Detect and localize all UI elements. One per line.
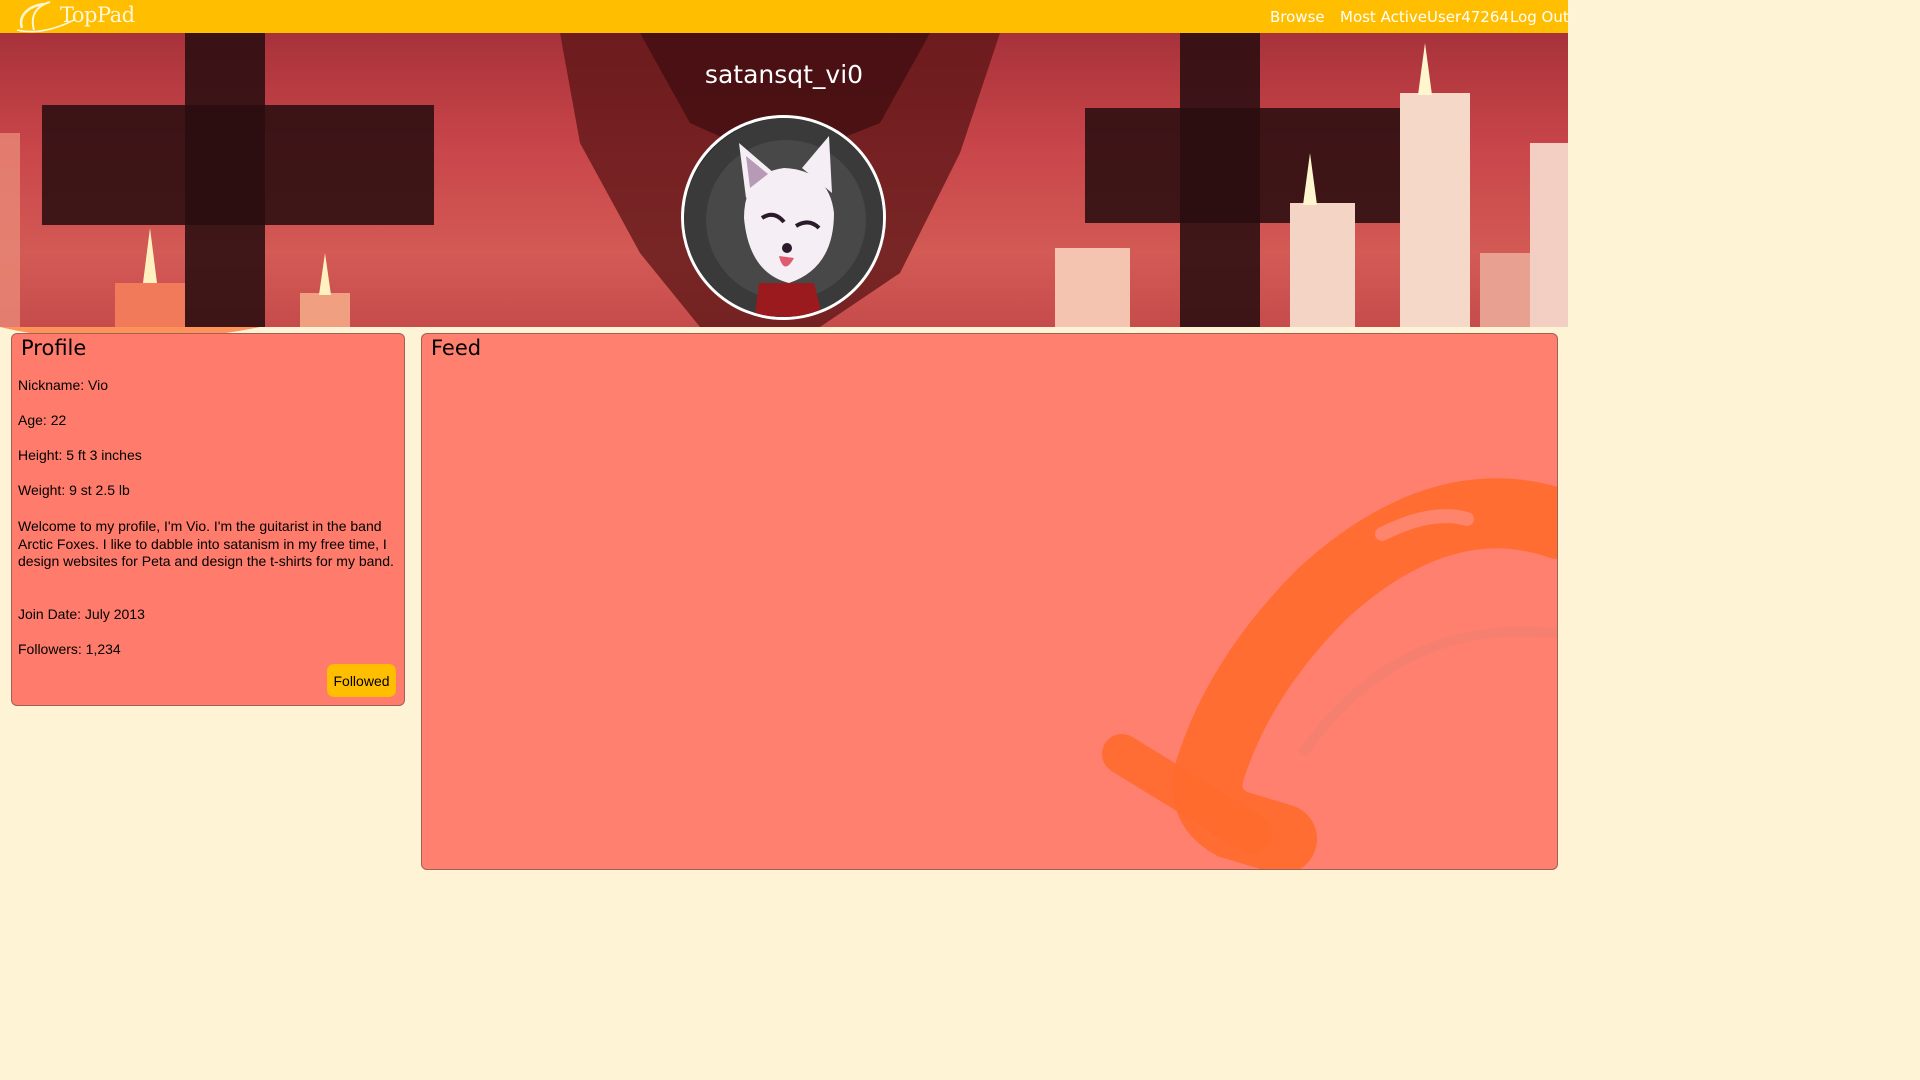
feed-panel: Feed [421, 333, 1558, 870]
nav-most-active-link[interactable]: Most Active [1340, 8, 1427, 26]
fox-avatar-icon [684, 118, 883, 317]
feed-watermark-logo [1102, 478, 1557, 869]
feed-panel-title: Feed [431, 336, 482, 360]
nav-browse-link[interactable]: Browse [1270, 8, 1325, 26]
toppad-logo[interactable]: TopPad [14, 0, 135, 33]
profile-height: Height: 5 ft 3 inches [18, 447, 142, 463]
profile-banner: satansqt_vi0 [0, 33, 1568, 327]
profile-panel: Profile Nickname: Vio Age: 22 Height: 5 … [11, 333, 405, 706]
nav-logout-link[interactable]: Log Out [1510, 8, 1569, 26]
profile-followers: Followers: 1,234 [18, 641, 121, 657]
profile-username: satansqt_vi0 [704, 60, 864, 89]
profile-join-date: Join Date: July 2013 [18, 606, 145, 622]
profile-weight: Weight: 9 st 2.5 lb [18, 482, 130, 498]
profile-bio: Welcome to my profile, I'm Vio. I'm the … [18, 518, 394, 569]
profile-age: Age: 22 [18, 412, 67, 428]
top-navbar: TopPad Browse Most Active User47264 Log … [0, 0, 1569, 33]
nav-user-link[interactable]: User47264 [1427, 8, 1509, 26]
profile-avatar [681, 115, 886, 320]
follow-button[interactable]: Followed [327, 664, 396, 697]
profile-nickname: Nickname: Vio [18, 377, 109, 393]
profile-panel-title: Profile [21, 336, 87, 360]
logo-text: TopPad [60, 3, 135, 27]
